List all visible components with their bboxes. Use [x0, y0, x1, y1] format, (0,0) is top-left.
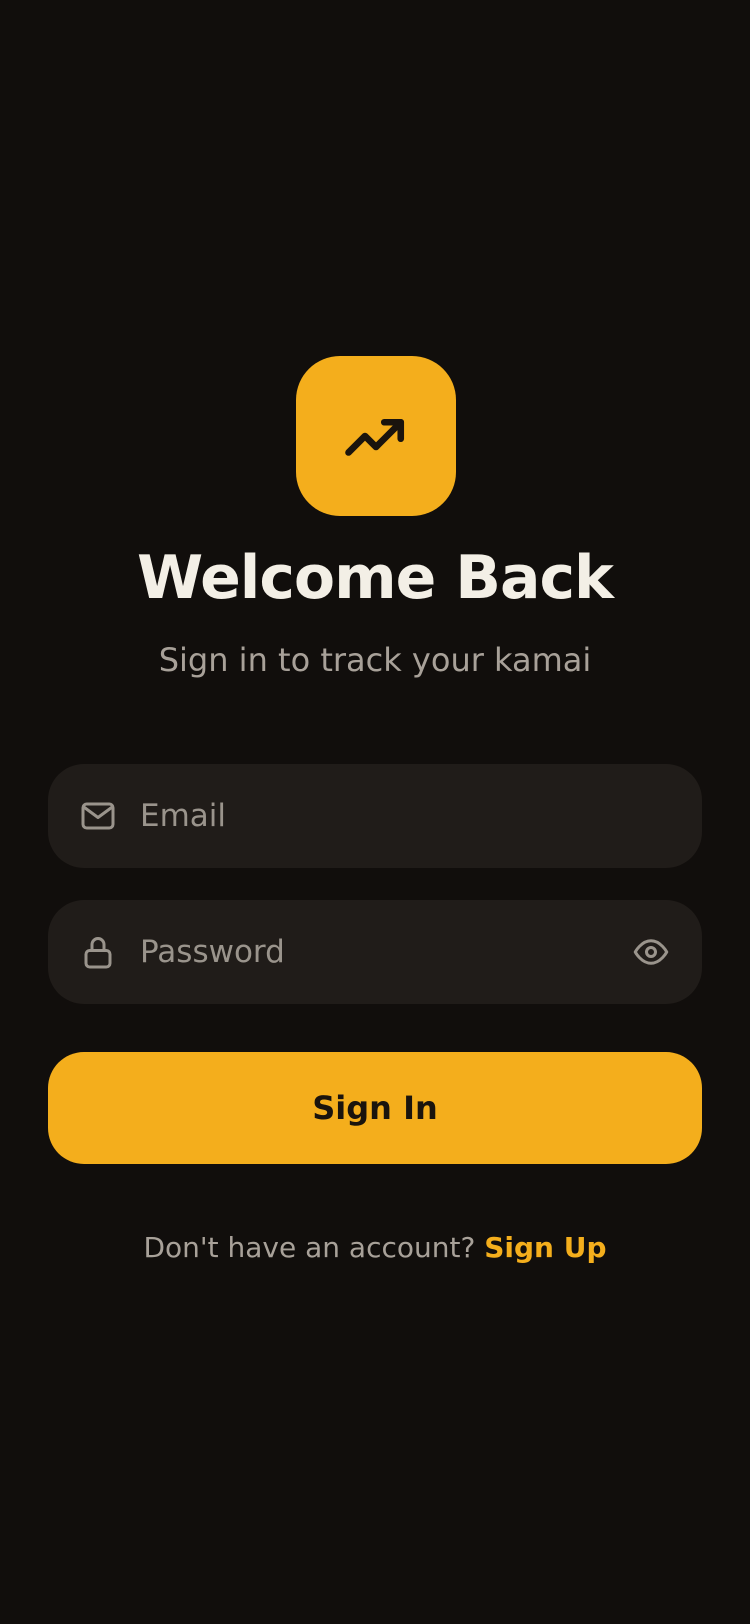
email-input[interactable] — [140, 764, 660, 868]
app-logo — [296, 356, 456, 516]
login-screen: Welcome Back Sign in to track your kamai… — [0, 0, 750, 1624]
signup-prompt-text: Don't have an account? — [143, 1231, 485, 1264]
mail-icon — [81, 802, 115, 830]
eye-icon[interactable] — [632, 934, 670, 970]
sign-up-link[interactable]: Sign Up — [484, 1231, 606, 1264]
email-field[interactable] — [48, 764, 702, 868]
lock-icon — [84, 937, 112, 969]
password-input[interactable] — [140, 900, 660, 1004]
page-subtitle: Sign in to track your kamai — [158, 641, 592, 679]
page-title: Welcome Back — [137, 543, 614, 613]
signup-prompt: Don't have an account? Sign Up — [0, 1228, 750, 1268]
trending-up-icon — [345, 418, 405, 456]
sign-in-button[interactable]: Sign In — [48, 1052, 702, 1164]
password-field[interactable] — [48, 900, 702, 1004]
